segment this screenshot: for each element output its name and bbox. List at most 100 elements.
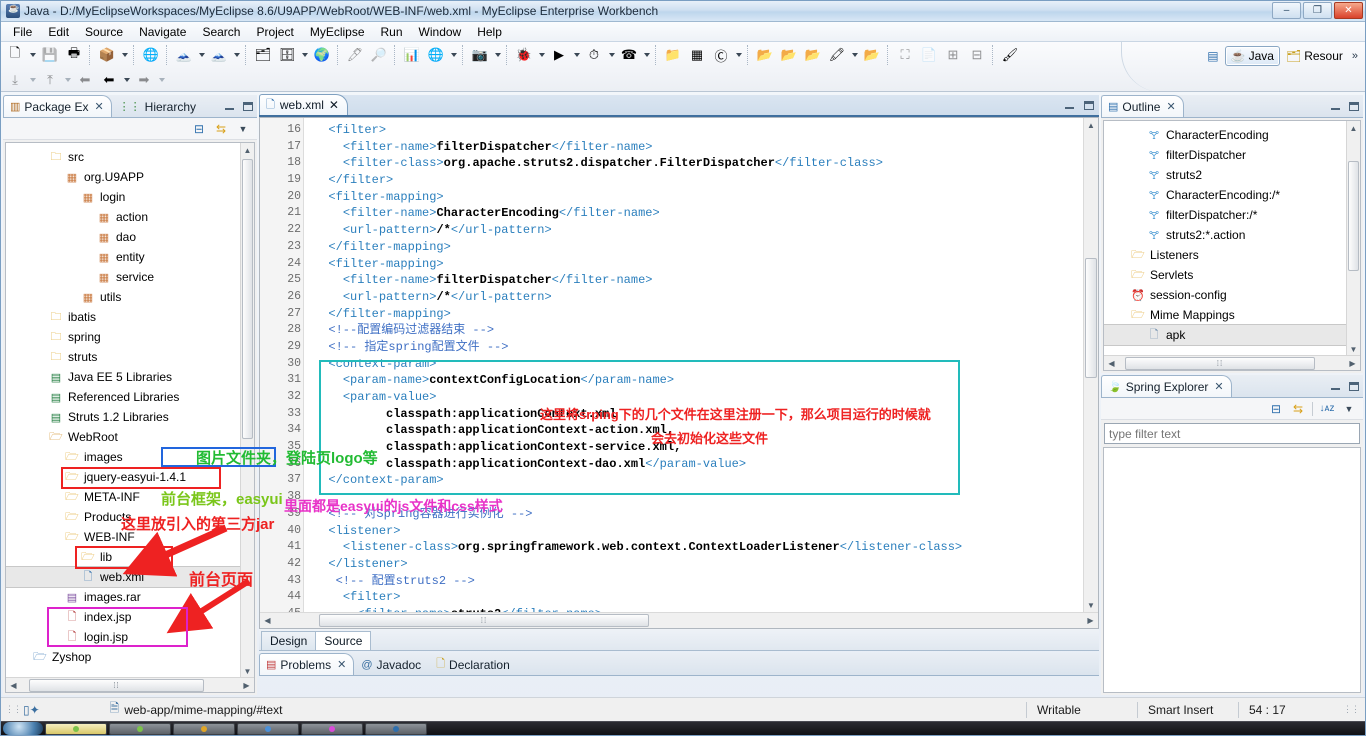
show-whitespace-button[interactable]: 📄 [918, 44, 940, 66]
tab-packageex[interactable]: ▥ Package Ex ✕ [3, 95, 112, 117]
open-resource-green-button[interactable]: 📂 [778, 44, 800, 66]
run-history-dropdown-arrow[interactable] [606, 44, 617, 66]
taskbar-item-explorer[interactable] [45, 722, 107, 735]
tree-item[interactable]: 🗁 images [6, 447, 254, 467]
collapse-all-icon[interactable]: ⊟ [1268, 401, 1284, 417]
editor-scroll-down-arrow[interactable]: ▼ [1084, 598, 1098, 612]
next-edit-button[interactable]: ⤒ [39, 69, 61, 91]
maximize-view-button[interactable] [241, 100, 254, 113]
tree-item[interactable]: 🝖 CharacterEncoding [1104, 125, 1360, 145]
menu-search[interactable]: Search [194, 23, 248, 41]
open-resource-purple-button[interactable]: 📂 [802, 44, 824, 66]
tree-item[interactable]: ▦ service [6, 267, 254, 287]
tab-declaration[interactable]: 🗋 Declaration [429, 653, 518, 675]
tree-item[interactable]: 🗁 META-INF [6, 487, 254, 507]
next-edit-dropdown-arrow[interactable] [62, 69, 73, 91]
editor-mode-source[interactable]: Source [315, 631, 372, 650]
editor-vscroll-thumb[interactable] [1085, 258, 1097, 378]
tree-item[interactable]: 🗁 lib [6, 547, 254, 567]
quick-fix-button[interactable]: 🖊 [344, 44, 366, 66]
close-icon[interactable]: ✕ [1214, 380, 1223, 393]
save-button[interactable]: 💾 [39, 44, 61, 66]
collapse-all-button[interactable]: ⊟ [966, 44, 988, 66]
close-icon[interactable]: ✕ [1166, 100, 1175, 113]
outline-hscroll-track[interactable]: ⁞⁞ [1119, 356, 1345, 370]
tree-item[interactable]: 🗁 WebRoot [6, 427, 254, 447]
editor-hscrollbar[interactable]: ◀ ⁞⁞ ▶ [260, 612, 1098, 628]
package-explorer-vscrollbar[interactable]: ▲ ▼ [240, 143, 254, 678]
sort-az-icon[interactable]: ↓ᴀᴢ [1319, 401, 1335, 417]
manage-server-dropdown-arrow[interactable] [231, 44, 242, 66]
tree-item[interactable]: ⏰ session-config [1104, 285, 1360, 305]
tree-item[interactable]: ▤ Struts 1.2 Libraries [6, 407, 254, 427]
editor-vscrollbar[interactable]: ▲ ▼ [1083, 118, 1098, 612]
menu-source[interactable]: Source [77, 23, 131, 41]
open-perspective-button[interactable]: ▤ [1201, 46, 1224, 66]
tree-item[interactable]: 🗁 Servlets [1104, 265, 1360, 285]
run-history-button[interactable]: ⏱ [583, 44, 605, 66]
menu-myeclipse[interactable]: MyEclipse [302, 23, 373, 41]
previous-edit-dropdown-arrow[interactable] [27, 69, 38, 91]
outline-vscroll-thumb[interactable] [1348, 161, 1359, 271]
back-nav-button[interactable]: ⬅ [98, 69, 120, 91]
tree-item[interactable]: 🗀 spring [6, 327, 254, 347]
back-history-button[interactable]: ⬅ [74, 69, 96, 91]
scroll-up-arrow[interactable]: ▲ [241, 143, 254, 157]
new-wizard-dropdown-arrow[interactable] [27, 44, 38, 66]
tree-item[interactable]: 🗋 login.jsp [6, 627, 254, 647]
run-external-button[interactable]: ☎ [618, 44, 640, 66]
editor-hscroll-thumb[interactable]: ⁞⁞ [319, 614, 649, 627]
tree-item[interactable]: ▦ dao [6, 227, 254, 247]
status-resize-grip[interactable]: ⋮⋮ [1343, 704, 1360, 715]
outline-vscrollbar[interactable]: ▲ ▼ [1346, 121, 1360, 356]
outline-scroll-left-arrow[interactable]: ◀ [1104, 356, 1119, 370]
open-resource-red-button[interactable]: 📂 [754, 44, 776, 66]
back-nav-dropdown-arrow[interactable] [121, 69, 132, 91]
tree-item[interactable]: ▦ entity [6, 247, 254, 267]
perspective-resour[interactable]: 🗂 Resour [1280, 46, 1349, 66]
snapshot-button[interactable]: 📷 [469, 44, 491, 66]
previous-edit-button[interactable]: ⤓ [4, 69, 26, 91]
menu-project[interactable]: Project [248, 23, 301, 41]
editor-scroll-right-arrow[interactable]: ▶ [1083, 614, 1098, 628]
start-orb[interactable] [3, 722, 43, 735]
editor-scroll-up-arrow[interactable]: ▲ [1084, 118, 1098, 132]
visual-web-button[interactable]: 🌐 [425, 44, 447, 66]
tree-item[interactable]: ▤ Java EE 5 Libraries [6, 367, 254, 387]
taskbar-item-media[interactable] [301, 722, 363, 735]
outline-hscroll-thumb[interactable]: ⁞⁞ [1125, 356, 1315, 370]
debug-button[interactable]: 🐞 [513, 44, 535, 66]
maximize-button[interactable]: ❐ [1303, 2, 1332, 19]
search-pencil-button[interactable]: 🖍 [826, 44, 848, 66]
hscroll-track[interactable]: ⁞⁞ [21, 678, 239, 692]
tree-item[interactable]: ▦ login [6, 187, 254, 207]
maximize-spring-button[interactable] [1347, 380, 1360, 393]
tree-item[interactable]: ▦ utils [6, 287, 254, 307]
tree-item[interactable]: 🝖 struts2:*.action [1104, 225, 1360, 245]
menu-help[interactable]: Help [469, 23, 510, 41]
run-dropdown-arrow[interactable] [571, 44, 582, 66]
new-class-button[interactable]: Ⓒ [710, 44, 732, 66]
tree-item[interactable]: 🗋 apk [1104, 324, 1360, 346]
tree-item[interactable]: 🝖 struts2 [1104, 165, 1360, 185]
snapshot-dropdown-arrow[interactable] [492, 44, 503, 66]
tree-item[interactable]: 🗁 Products [6, 507, 254, 527]
new-class-dropdown-arrow[interactable] [733, 44, 744, 66]
run-server-button[interactable]: 🗄 [276, 44, 298, 66]
view-menu-icon[interactable]: ▼ [1341, 401, 1357, 417]
editor-tab-webxml[interactable]: 🗋 web.xml ✕ [259, 94, 348, 115]
search-pencil-dropdown-arrow[interactable] [849, 44, 860, 66]
close-icon[interactable]: ✕ [329, 98, 339, 112]
tab-javadoc[interactable]: @ Javadoc [354, 653, 429, 675]
package-explorer-hscrollbar[interactable]: ◀ ⁞⁞ ▶ [6, 677, 254, 692]
web-browser-20-button[interactable]: 🌐 [140, 44, 162, 66]
perspective-java[interactable]: ☕ Java [1224, 46, 1280, 66]
menu-run[interactable]: Run [373, 23, 411, 41]
spring-filter-input[interactable] [1104, 423, 1360, 444]
menu-navigate[interactable]: Navigate [131, 23, 194, 41]
close-icon[interactable]: ✕ [94, 100, 103, 113]
forward-nav-dropdown-arrow[interactable] [156, 69, 167, 91]
pencil-edit-button[interactable]: 🖌 [999, 44, 1021, 66]
close-button[interactable]: ✕ [1334, 2, 1363, 19]
new-java-project-button[interactable]: 📁 [662, 44, 684, 66]
